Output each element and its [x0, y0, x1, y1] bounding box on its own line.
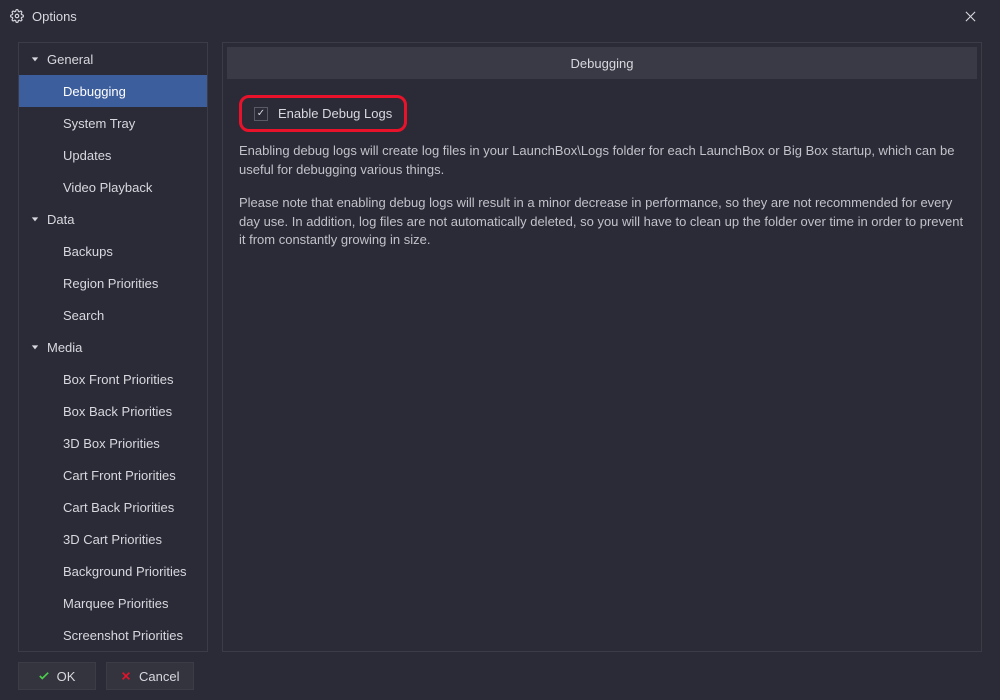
caret-down-icon: [29, 215, 41, 223]
sidebar-section-label: General: [47, 52, 93, 67]
gear-icon: [10, 9, 24, 23]
sidebar-item-updates[interactable]: Updates: [19, 139, 207, 171]
ok-button[interactable]: OK: [18, 662, 96, 690]
panel-title: Debugging: [227, 47, 977, 79]
sidebar-section-general[interactable]: General: [19, 43, 207, 75]
sidebar-item-cart-back-priorities[interactable]: Cart Back Priorities: [19, 491, 207, 523]
main-panel: Debugging ✓ Enable Debug Logs Enabling d…: [222, 42, 982, 652]
sidebar-item-box-front-priorities[interactable]: Box Front Priorities: [19, 363, 207, 395]
sidebar-item-3d-cart-priorities[interactable]: 3D Cart Priorities: [19, 523, 207, 555]
cancel-button-label: Cancel: [139, 669, 179, 684]
sidebar-item-cart-front-priorities[interactable]: Cart Front Priorities: [19, 459, 207, 491]
titlebar: Options: [0, 0, 1000, 32]
sidebar-section-label: Media: [47, 340, 82, 355]
highlight-annotation: ✓ Enable Debug Logs: [239, 95, 407, 132]
sidebar-item-debugging[interactable]: Debugging: [19, 75, 207, 107]
sidebar-item-video-playback[interactable]: Video Playback: [19, 171, 207, 203]
cancel-button[interactable]: Cancel: [106, 662, 194, 690]
sidebar-item-search[interactable]: Search: [19, 299, 207, 331]
sidebar-section-label: Data: [47, 212, 74, 227]
close-button[interactable]: [950, 2, 990, 30]
footer-buttons: OK Cancel: [18, 662, 194, 690]
description-paragraph-2: Please note that enabling debug logs wil…: [239, 194, 965, 251]
sidebar-item-background-priorities[interactable]: Background Priorities: [19, 555, 207, 587]
ok-button-label: OK: [57, 669, 76, 684]
sidebar-item-3d-box-priorities[interactable]: 3D Box Priorities: [19, 427, 207, 459]
sidebar[interactable]: General DebuggingSystem TrayUpdatesVideo …: [18, 42, 208, 652]
description-paragraph-1: Enabling debug logs will create log file…: [239, 142, 965, 180]
caret-down-icon: [29, 343, 41, 351]
sidebar-item-box-back-priorities[interactable]: Box Back Priorities: [19, 395, 207, 427]
checkbox-label: Enable Debug Logs: [278, 106, 392, 121]
sidebar-item-system-tray[interactable]: System Tray: [19, 107, 207, 139]
sidebar-item-backups[interactable]: Backups: [19, 235, 207, 267]
sidebar-item-screenshot-priorities[interactable]: Screenshot Priorities: [19, 619, 207, 651]
sidebar-section-data[interactable]: Data: [19, 203, 207, 235]
sidebar-section-media[interactable]: Media: [19, 331, 207, 363]
window-title: Options: [32, 9, 77, 24]
enable-debug-logs-checkbox[interactable]: ✓ Enable Debug Logs: [244, 100, 402, 127]
sidebar-item-region-priorities[interactable]: Region Priorities: [19, 267, 207, 299]
checkbox-icon: ✓: [254, 107, 268, 121]
sidebar-item-marquee-priorities[interactable]: Marquee Priorities: [19, 587, 207, 619]
caret-down-icon: [29, 55, 41, 63]
